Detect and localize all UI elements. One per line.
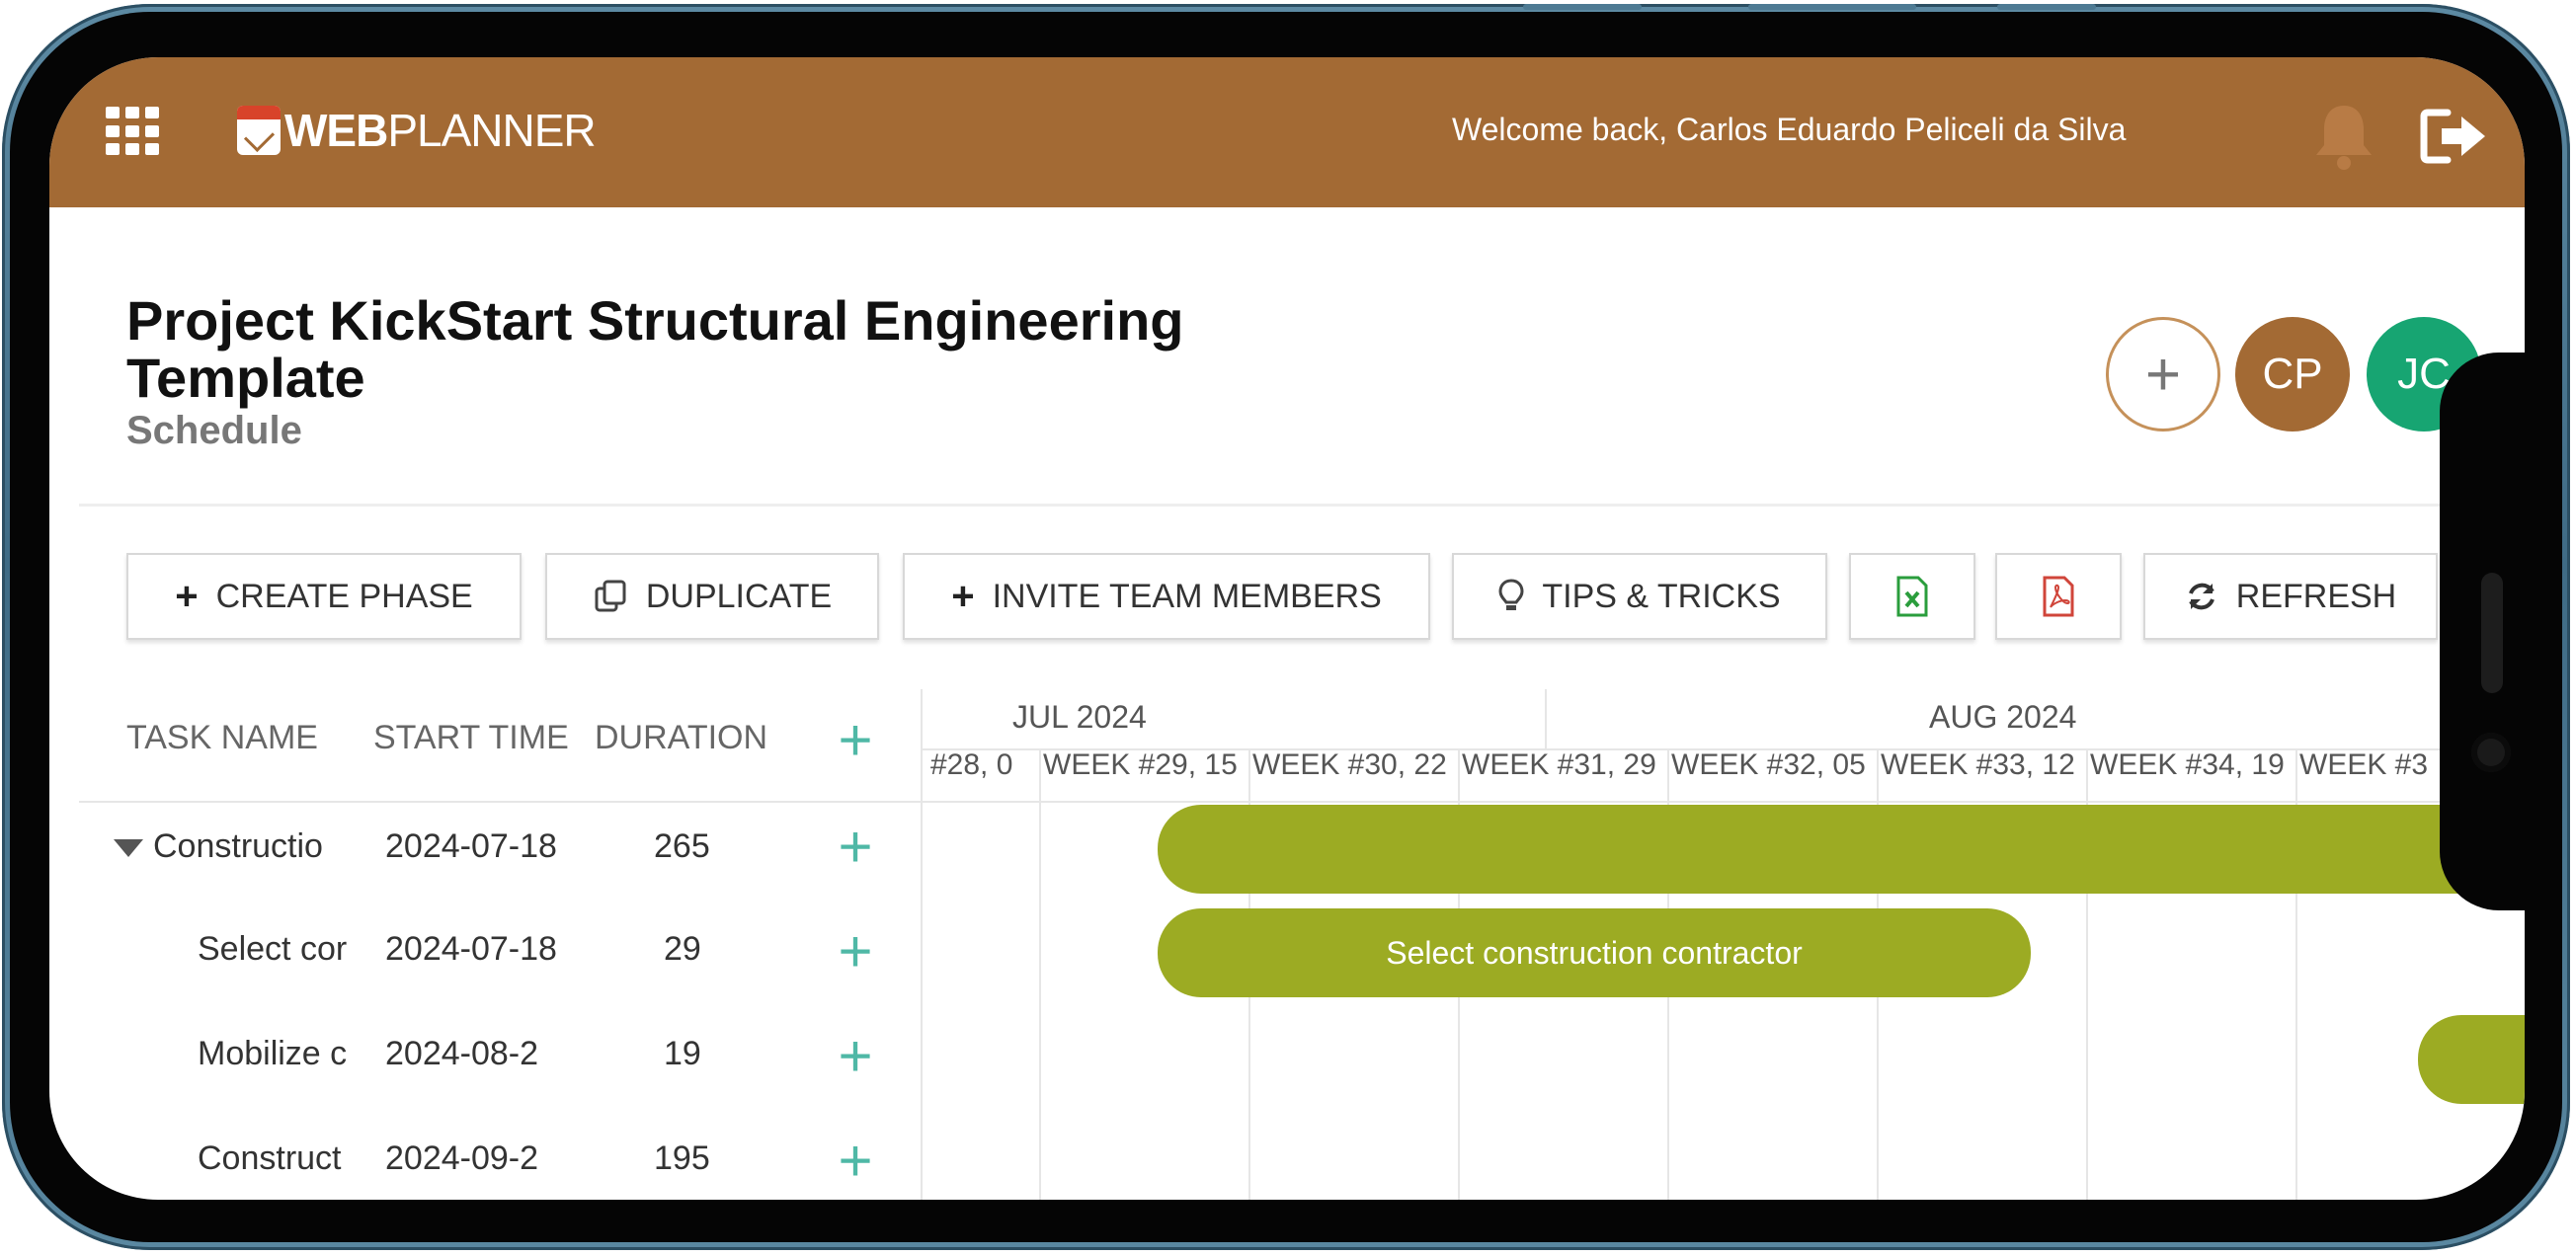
week-label: WEEK #3 <box>2299 748 2429 781</box>
start-time-cell[interactable]: 2024-07-18 <box>385 930 583 969</box>
avatar-cp[interactable]: CP <box>2235 317 2350 432</box>
phone-volume-button <box>1748 4 1916 10</box>
task-name-cell[interactable]: Select cor <box>198 930 373 969</box>
gantt-bar-phase[interactable] <box>1158 805 2525 894</box>
refresh-button[interactable]: REFRESH <box>2143 553 2438 640</box>
column-header-task-name[interactable]: TASK NAME <box>126 719 334 757</box>
duration-cell[interactable]: 195 <box>654 1139 753 1178</box>
lightbulb-icon <box>1498 579 1524 614</box>
week-label: WEEK #32, 05 <box>1671 748 1866 781</box>
pdf-icon <box>2043 576 2074 617</box>
duration-cell[interactable]: 265 <box>654 827 753 866</box>
bell-icon[interactable] <box>2311 102 2376 171</box>
plus-icon: + <box>951 574 975 618</box>
task-name-cell[interactable]: Construct <box>198 1139 373 1178</box>
gantt-bar-task[interactable] <box>2418 1015 2525 1104</box>
calendar-logo-icon <box>237 106 281 155</box>
welcome-message: Welcome back, Carlos Eduardo Peliceli da… <box>1452 112 2127 147</box>
grid-timeline-separator <box>921 689 923 1200</box>
column-header-start-time[interactable]: START TIME <box>373 719 589 757</box>
invite-team-members-button[interactable]: + INVITE TEAM MEMBERS <box>903 553 1430 640</box>
start-time-cell[interactable]: 2024-08-2 <box>385 1035 583 1073</box>
duplicate-icon <box>593 579 628 614</box>
create-phase-label: CREATE PHASE <box>215 577 473 615</box>
top-bar: WEBPLANNER Welcome back, Carlos Eduardo … <box>49 57 2525 207</box>
task-name-cell[interactable]: Mobilize c <box>198 1035 373 1073</box>
apps-grid-icon[interactable] <box>106 107 165 156</box>
export-pdf-button[interactable] <box>1995 553 2122 640</box>
task-name-cell[interactable]: Constructio <box>153 827 374 866</box>
logo-text: WEBPLANNER <box>284 105 597 156</box>
collapse-caret-icon[interactable] <box>114 839 143 857</box>
add-member-button[interactable]: + <box>2106 317 2220 432</box>
month-label-jul: JUL 2024 <box>1012 699 1147 735</box>
project-title: Project KickStart Structural Engineering… <box>126 289 1184 409</box>
month-divider <box>1545 689 1547 748</box>
app-screen: WEBPLANNER Welcome back, Carlos Eduardo … <box>49 57 2525 1200</box>
add-subtask-icon[interactable]: + <box>834 1027 877 1086</box>
logout-icon[interactable] <box>2420 107 2489 166</box>
refresh-label: REFRESH <box>2235 577 2397 615</box>
duration-cell[interactable]: 29 <box>664 930 763 969</box>
duplicate-button[interactable]: DUPLICATE <box>545 553 879 640</box>
tips-and-tricks-button[interactable]: TIPS & TRICKS <box>1452 553 1827 640</box>
phone-volume-button <box>1523 4 1642 10</box>
week-gridline <box>1039 748 1041 1200</box>
gantt-bar-task[interactable]: Select construction contractor <box>1158 908 2031 997</box>
add-subtask-icon[interactable]: + <box>834 922 877 981</box>
add-subtask-icon[interactable]: + <box>834 1132 877 1191</box>
header-separator <box>79 801 2489 803</box>
header-divider <box>79 504 2489 507</box>
phone-camera <box>2471 733 2511 772</box>
page-subtitle: Schedule <box>126 409 302 452</box>
column-header-duration[interactable]: DURATION <box>595 719 792 757</box>
start-time-cell[interactable]: 2024-07-18 <box>385 827 583 866</box>
week-label: WEEK #30, 22 <box>1252 748 1447 781</box>
add-task-icon[interactable]: + <box>834 711 877 770</box>
excel-icon <box>1896 576 1928 617</box>
refresh-icon <box>2185 580 2218 613</box>
duration-cell[interactable]: 19 <box>664 1035 763 1073</box>
week-label: WEEK #29, 15 <box>1043 748 1238 781</box>
week-label: #28, 0 <box>930 748 1013 781</box>
webplanner-logo[interactable]: WEBPLANNER <box>237 101 597 160</box>
phone-speaker <box>2481 573 2503 693</box>
duplicate-label: DUPLICATE <box>645 577 833 615</box>
week-label: WEEK #33, 12 <box>1881 748 2075 781</box>
add-subtask-icon[interactable]: + <box>834 818 877 877</box>
week-label: WEEK #31, 29 <box>1462 748 1656 781</box>
month-label-aug: AUG 2024 <box>1929 699 2077 735</box>
phone-power-button <box>1997 4 2096 10</box>
plus-icon: + <box>175 574 199 618</box>
create-phase-button[interactable]: + CREATE PHASE <box>126 553 522 640</box>
start-time-cell[interactable]: 2024-09-2 <box>385 1139 583 1178</box>
invite-label: INVITE TEAM MEMBERS <box>992 577 1382 615</box>
week-label: WEEK #34, 19 <box>2090 748 2285 781</box>
export-excel-button[interactable] <box>1849 553 1975 640</box>
tips-label: TIPS & TRICKS <box>1542 577 1781 615</box>
